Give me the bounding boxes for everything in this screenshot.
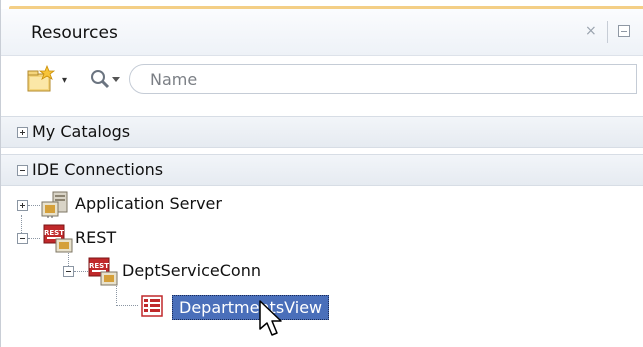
rest-icon: REST [43, 224, 73, 253]
tree-item-label: Application Server [75, 194, 222, 213]
mouse-cursor-icon [259, 300, 282, 336]
new-button[interactable] [25, 64, 56, 95]
tree-item-label: DeptServiceConn [122, 261, 261, 280]
collapse-icon[interactable] [63, 266, 74, 277]
close-icon[interactable]: × [585, 23, 597, 39]
rest-badge-text: REST [44, 229, 64, 237]
new-folder-star-icon [27, 64, 56, 92]
selected-tree-item-label[interactable]: DepartmentsView [172, 295, 330, 320]
new-dropdown-caret[interactable]: ▾ [62, 75, 67, 86]
collapse-icon[interactable] [17, 165, 28, 176]
search-magnifier-icon [91, 70, 120, 89]
tree-item-deptserviceconn[interactable]: REST DeptServiceConn [1, 257, 401, 287]
tree-item-label: REST [75, 228, 117, 247]
search-input[interactable] [129, 64, 637, 94]
titlebar-divider [607, 21, 608, 43]
expand-icon[interactable] [17, 127, 28, 138]
tree-item-application-server[interactable]: Application Server [1, 190, 401, 220]
panel-title: Resources [31, 23, 118, 43]
panel-titlebar: Resources × [1, 9, 643, 56]
expand-icon[interactable] [17, 200, 28, 211]
rest-badge-text: REST [89, 262, 109, 270]
rest-connection-icon: REST [88, 257, 118, 286]
tree-item-rest[interactable]: REST REST [1, 224, 401, 254]
view-table-icon [141, 295, 163, 317]
resources-panel: Resources × ▾ My Catalogs IDE Co [0, 0, 643, 347]
section-my-catalogs[interactable]: My Catalogs [1, 116, 643, 148]
section-label: IDE Connections [32, 160, 164, 179]
collapse-icon[interactable] [17, 233, 28, 244]
minimize-panel-icon[interactable] [618, 25, 630, 37]
search-icon[interactable] [89, 68, 123, 92]
connections-tree: Application Server REST REST REST DeptSe… [1, 184, 643, 347]
search-area [89, 64, 637, 96]
app-server-icon [41, 191, 68, 218]
section-ide-connections[interactable]: IDE Connections [1, 154, 643, 186]
section-label: My Catalogs [32, 122, 131, 141]
